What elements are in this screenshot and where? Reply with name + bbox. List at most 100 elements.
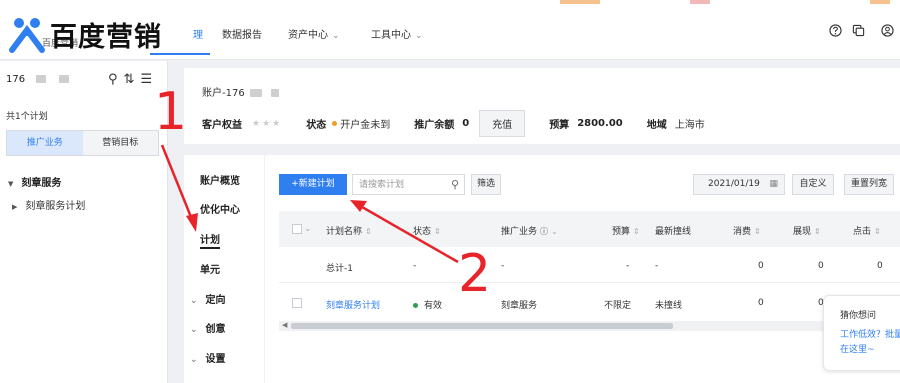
- list-icon[interactable]: ☰: [140, 72, 152, 87]
- tab-data-report[interactable]: 数据报告: [222, 26, 262, 41]
- balance-label: 推广余额: [414, 120, 455, 131]
- total-spend: 0: [758, 261, 764, 271]
- region-value: 上海市: [674, 120, 705, 131]
- scroll-left-icon[interactable]: ◀: [282, 321, 287, 329]
- chevron-down-icon: ⌄: [190, 296, 198, 306]
- plan-name-link[interactable]: 刻章服务计划: [326, 298, 380, 311]
- annotation-number-2: 2: [458, 244, 492, 304]
- row-checkbox[interactable]: [292, 298, 302, 308]
- sidebar-tools: ⚲ ⇅ ☰: [108, 72, 152, 87]
- chevron-down-icon[interactable]: ⌄: [304, 224, 312, 234]
- menu-account-overview[interactable]: 账户概览: [200, 172, 240, 187]
- row-status: 有效: [413, 298, 442, 311]
- account-id: 176: [6, 74, 70, 85]
- sort-icon: ⇕: [754, 227, 761, 236]
- search-icon[interactable]: ⚲: [451, 178, 459, 191]
- sort-icon[interactable]: ⇅: [124, 72, 135, 87]
- total-impressions: 0: [818, 261, 824, 271]
- total-status: -: [413, 261, 417, 271]
- status-dot: [332, 121, 338, 126]
- menu-plan[interactable]: 计划: [200, 231, 220, 249]
- help-tip-popup[interactable]: 猜你想问 工作低效？批量 在这里~: [823, 295, 900, 371]
- date-picker[interactable]: 2021/01/19 ▦: [693, 174, 785, 195]
- header-latest-hit: 最新撞线: [655, 227, 692, 237]
- tree-item-seal-plan[interactable]: ▶ 刻章服务计划: [12, 197, 85, 212]
- filter-button[interactable]: 筛选: [471, 174, 501, 195]
- brand-logo[interactable]: 百度营销 百度营销: [4, 14, 162, 54]
- menu-settings[interactable]: ⌄ 设置: [190, 350, 226, 365]
- scrollbar-thumb[interactable]: [291, 323, 673, 329]
- tip-link[interactable]: 工作低效？批量: [840, 327, 900, 340]
- secondary-menu: 账户概览 优化中心 计划 单元 ⌄ 定向 ⌄ 创意 ⌄ 设置: [184, 155, 264, 383]
- menu-unit[interactable]: 单元: [200, 261, 220, 276]
- calendar-icon: ▦: [769, 179, 778, 189]
- sort-icon: ⇕: [633, 227, 640, 236]
- header-impressions[interactable]: 展现 ⇕: [793, 224, 821, 237]
- region-label: 地域: [646, 120, 667, 131]
- menu-targeting[interactable]: ⌄ 定向: [190, 291, 226, 306]
- custom-columns-button[interactable]: 自定义: [792, 174, 834, 195]
- row-divider: [279, 282, 900, 283]
- total-name: 总计-1: [326, 264, 353, 274]
- recharge-button[interactable]: 充值: [479, 110, 526, 137]
- plan-list-panel: +新建计划 ⚲ 筛选 2021/01/19 ▦ 自定义 重置列宽 ⌄ 计划名称⇕…: [265, 155, 900, 383]
- select-all-checkbox[interactable]: [292, 224, 302, 234]
- tab-manage[interactable]: 理: [193, 26, 203, 41]
- tree-group-seal-service[interactable]: ▼ 刻章服务: [8, 174, 61, 189]
- chevron-down-icon: ⌄: [190, 325, 198, 335]
- search-icon[interactable]: ⚲: [108, 72, 118, 87]
- rights-label: 客户权益: [202, 120, 242, 131]
- info-icon: ⓘ: [540, 227, 549, 236]
- sidebar-segment: 推广业务 营销目标: [6, 130, 159, 156]
- header-budget[interactable]: 预算 ⇕: [612, 224, 640, 237]
- annotation-number-1: 1: [154, 82, 188, 142]
- chevron-down-icon: ⌄: [190, 355, 198, 365]
- masked-text: [249, 89, 262, 97]
- plan-sidebar: 176 ⚲ ⇅ ☰ 共1个计划 推广业务 营销目标 ▼ 刻章服务 ▶ 刻章服务计划: [0, 61, 168, 383]
- help-icon[interactable]: [829, 24, 842, 37]
- plan-count: 共1个计划: [6, 112, 48, 122]
- segment-business[interactable]: 推广业务: [7, 131, 83, 155]
- masked-text: [36, 75, 47, 83]
- budget-value: 2800.00: [577, 118, 623, 129]
- copy-icon[interactable]: [852, 24, 865, 37]
- plan-search: ⚲: [352, 174, 465, 195]
- budget-label: 预算: [549, 120, 570, 131]
- tip-title: 猜你想问: [840, 311, 877, 321]
- row-spend: 0: [758, 298, 764, 308]
- total-latest: -: [655, 261, 659, 271]
- tab-tool-center[interactable]: 工具中心 ⌄: [371, 26, 423, 41]
- row-budget[interactable]: 不限定: [604, 298, 631, 311]
- header-status[interactable]: 状态 ⇕: [413, 224, 441, 237]
- menu-optimization-center[interactable]: 优化中心: [200, 201, 240, 216]
- new-plan-button[interactable]: +新建计划: [279, 174, 347, 195]
- horizontal-scrollbar[interactable]: ◀: [279, 321, 900, 331]
- status-dot: [413, 303, 418, 308]
- total-clicks: 0: [877, 261, 883, 271]
- sort-icon: ⇕: [434, 227, 441, 236]
- menu-creative[interactable]: ⌄ 创意: [190, 320, 226, 335]
- account-stats-row: 客户权益 ★★★ 状态 开户金未到 推广余额 0 充值 预算 2800.00 地…: [202, 110, 705, 137]
- chevron-down-icon: ⌄: [332, 31, 340, 41]
- plan-search-input[interactable]: [353, 175, 441, 194]
- chevron-down-icon: ⌄: [415, 31, 423, 41]
- masked-text: [271, 89, 280, 97]
- tab-asset-center[interactable]: 资产中心 ⌄: [288, 26, 340, 41]
- user-icon[interactable]: [881, 24, 894, 37]
- row-latest: 未撞线: [655, 301, 683, 311]
- tip-link-2[interactable]: 在这里~: [840, 342, 875, 355]
- header-business[interactable]: 推广业务 ⓘ ⌄: [501, 224, 558, 237]
- masked-text: [59, 75, 70, 83]
- header-spend[interactable]: 消费 ⇕: [733, 224, 761, 237]
- header-plan-name[interactable]: 计划名称 ⇕: [326, 224, 372, 237]
- total-budget: -: [626, 261, 630, 271]
- reset-column-width-button[interactable]: 重置列宽: [844, 174, 894, 195]
- segment-marketing-goal[interactable]: 营销目标: [82, 131, 158, 155]
- balance-value: 0: [462, 118, 470, 129]
- row-business: 刻章服务: [501, 301, 538, 311]
- header-clicks[interactable]: 点击 ⇕: [853, 224, 881, 237]
- sort-icon: ⇕: [874, 227, 881, 236]
- chevron-down-icon: ⌄: [551, 227, 558, 236]
- account-summary-card: 账户-176 客户权益 ★★★ 状态 开户金未到 推广余额 0 充值 预算 28…: [184, 68, 900, 144]
- logo-text: 百度营销: [50, 21, 162, 53]
